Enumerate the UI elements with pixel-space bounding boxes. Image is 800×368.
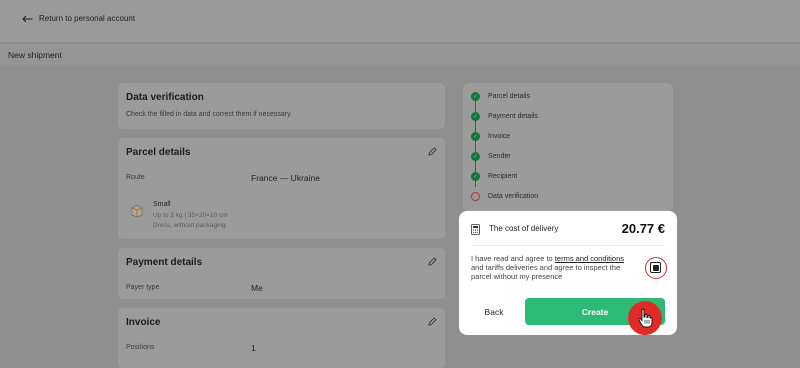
pending-circle-icon [471, 192, 480, 201]
invoice-card: Invoice Positions 1 [118, 308, 445, 368]
check-icon: ✓ [471, 112, 480, 121]
payer-type-value: Me [251, 283, 263, 293]
parcel-details-title: Parcel details [126, 147, 191, 158]
positions-label: Positions [126, 344, 155, 351]
terms-checkbox[interactable] [650, 262, 661, 273]
positions-value: 1 [251, 343, 256, 353]
edit-invoice-icon[interactable] [428, 317, 437, 326]
edit-payment-icon[interactable] [428, 257, 437, 266]
page-title: New shipment [8, 50, 62, 60]
check-icon: ✓ [471, 152, 480, 161]
checkbox-checked-mark [652, 264, 659, 271]
terms-agreement-text: I have read and agree to terms and condi… [471, 254, 631, 281]
terms-and-conditions-link[interactable]: terms and conditions [555, 254, 624, 263]
route-label: Route [126, 174, 145, 181]
sub-header: New shipment [0, 44, 800, 66]
step-recipient[interactable]: ✓ Recipient [471, 172, 517, 181]
agree-prefix: I have read and agree to [471, 254, 555, 263]
step-label: Sender [488, 153, 511, 160]
data-verification-card: Data verification Check the filled in da… [118, 83, 445, 129]
return-to-account-label: Return to personal account [39, 14, 136, 23]
edit-parcel-icon[interactable] [428, 147, 437, 156]
steps-panel: ✓ Parcel details ✓ Payment details ✓ Inv… [463, 83, 673, 211]
data-verification-title: Data verification [126, 92, 204, 103]
package-name: Small [153, 201, 171, 208]
back-button[interactable]: Back [471, 299, 517, 325]
step-label: Recipient [488, 173, 518, 180]
step-sender[interactable]: ✓ Sender [471, 152, 511, 161]
arrow-left-icon [22, 15, 33, 22]
route-value: France — Ukraine [251, 173, 320, 183]
package-description: Dress, without packaging [153, 222, 226, 229]
parcel-details-card: Parcel details Route France — Ukraine Sm… [118, 138, 445, 239]
step-invoice[interactable]: ✓ Invoice [471, 132, 510, 141]
payer-type-label: Payer type [126, 284, 160, 291]
data-verification-subtitle: Check the filled in data and correct the… [126, 111, 293, 118]
package-icon [131, 205, 143, 218]
package-size: Up to 2 kg | 35×20×10 cm [153, 212, 228, 219]
return-to-account-link[interactable]: Return to personal account [22, 14, 135, 23]
divider [471, 245, 665, 246]
cost-of-delivery-label: The cost of delivery [489, 224, 559, 233]
payment-details-title: Payment details [126, 257, 203, 268]
invoice-title: Invoice [126, 317, 161, 328]
step-data-verification[interactable]: Data verification [471, 192, 538, 201]
step-payment-details[interactable]: ✓ Payment details [471, 112, 538, 121]
check-icon: ✓ [471, 132, 480, 141]
check-icon: ✓ [471, 92, 480, 101]
payment-details-card: Payment details Payer type Me [118, 248, 445, 299]
step-label: Data verification [488, 193, 539, 200]
step-label: Payment details [488, 113, 538, 120]
step-label: Invoice [488, 133, 511, 140]
agree-suffix: and tariffs deliveries and agree to insp… [471, 263, 621, 281]
step-label: Parcel details [488, 93, 531, 100]
check-icon: ✓ [471, 172, 480, 181]
hand-pointer-icon [638, 308, 653, 328]
step-parcel-details[interactable]: ✓ Parcel details [471, 92, 530, 101]
top-bar: Return to personal account [0, 0, 800, 43]
cost-of-delivery-value: 20.77 € [621, 221, 665, 236]
calculator-icon [471, 224, 480, 235]
